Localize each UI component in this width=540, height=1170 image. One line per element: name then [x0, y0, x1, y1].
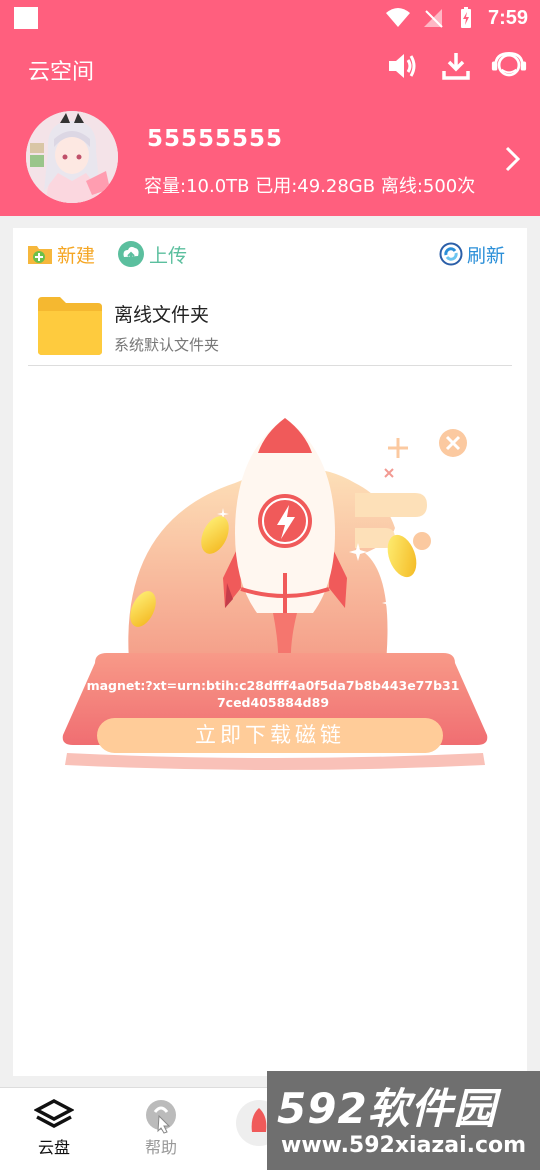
magnet-link-text: magnet:?xt=urn:btih:c28dfff4a0f5da7b8b44…: [86, 678, 460, 710]
download-icon[interactable]: [438, 48, 474, 84]
watermark-brand: 592软件园: [277, 1084, 497, 1133]
tab-help[interactable]: 帮助: [121, 1098, 201, 1158]
upload-button[interactable]: 上传: [117, 240, 187, 268]
folder-icon: [38, 297, 102, 355]
layers-icon: [34, 1099, 74, 1128]
new-folder-label: 新建: [57, 244, 96, 267]
chevron-right-icon[interactable]: [503, 144, 523, 174]
watermark-url: www.592xiazai.com: [281, 1133, 527, 1158]
page-title: 云空间: [28, 60, 95, 85]
avatar[interactable]: [26, 111, 118, 203]
tab-label-help: 帮助: [144, 1138, 177, 1157]
refresh-icon: [439, 242, 463, 266]
battery-icon: [460, 7, 471, 28]
status-bar: 7:59: [0, 0, 540, 36]
download-magnet-button[interactable]: 立即下载磁链: [97, 718, 443, 753]
notification-icon: [14, 7, 38, 29]
upload-label: 上传: [149, 244, 188, 267]
tab-label-cloud-disk: 云盘: [37, 1138, 70, 1157]
refresh-button[interactable]: 刷新: [439, 240, 505, 268]
no-signal-icon: [423, 9, 443, 28]
folder-subtitle: 系统默认文件夹: [114, 336, 220, 354]
file-panel: 新建 上传 刷新 离线文件夹 系统默认文件夹 magnet:?xt=urn:bt…: [13, 228, 527, 1076]
username: 55555555: [147, 126, 284, 152]
tab-cloud-disk[interactable]: 云盘: [14, 1098, 94, 1158]
header: 云空间 55555555 容量:10.0TB 已用:49.28GB 离线:500…: [0, 36, 540, 216]
new-folder-button[interactable]: 新建: [27, 240, 95, 268]
clock: 7:59: [487, 6, 528, 29]
folder-item[interactable]: 离线文件夹 系统默认文件夹: [28, 290, 512, 366]
watermark: 592软件园 www.592xiazai.com: [267, 1071, 540, 1170]
customer-service-icon[interactable]: [491, 48, 527, 84]
storage-info: 容量:10.0TB 已用:49.28GB 离线:500次: [144, 176, 476, 197]
upload-icon: [118, 241, 144, 267]
refresh-label: 刷新: [467, 244, 506, 267]
new-folder-icon: [28, 246, 52, 264]
folder-name: 离线文件夹: [114, 304, 210, 326]
help-icon: [146, 1100, 176, 1134]
volume-icon[interactable]: [384, 48, 420, 84]
wifi-icon: [385, 8, 410, 27]
